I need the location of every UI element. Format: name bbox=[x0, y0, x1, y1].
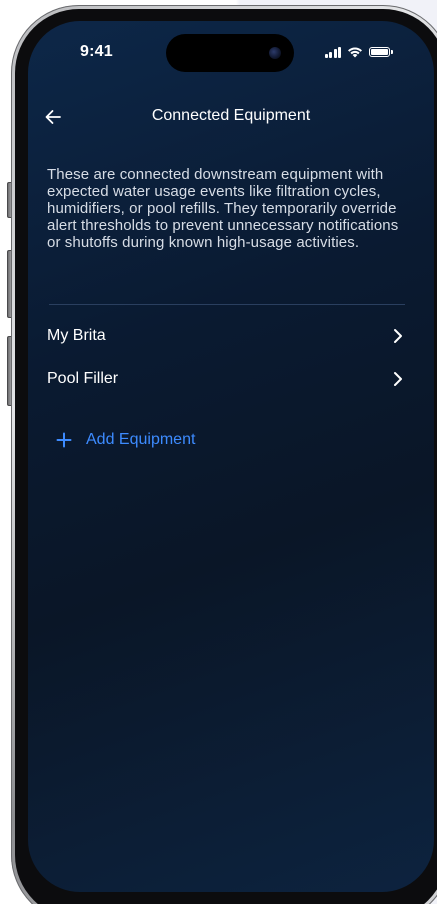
status-time: 9:41 bbox=[80, 43, 113, 60]
battery-icon bbox=[369, 47, 393, 57]
wifi-icon bbox=[348, 47, 362, 58]
page-title: Connected Equipment bbox=[151, 107, 311, 124]
chevron-right-icon bbox=[394, 372, 402, 386]
equipment-item-pool-filler[interactable]: Pool Filler bbox=[47, 364, 405, 394]
equipment-item-label: My Brita bbox=[47, 327, 106, 344]
screen: 9:41 Connected Equipment These are conne… bbox=[28, 21, 434, 892]
dynamic-island bbox=[166, 34, 294, 72]
cellular-signal-icon bbox=[324, 46, 341, 58]
status-icons bbox=[324, 46, 393, 58]
status-bar: 9:41 bbox=[28, 21, 434, 81]
navigation-bar: Connected Equipment bbox=[28, 99, 434, 135]
plus-icon bbox=[56, 432, 72, 448]
equipment-item-my-brita[interactable]: My Brita bbox=[47, 321, 405, 351]
chevron-right-icon bbox=[394, 329, 402, 343]
page: 9:41 Connected Equipment These are conne… bbox=[0, 0, 437, 904]
equipment-item-label: Pool Filler bbox=[47, 370, 119, 387]
description-text: These are connected downstream equipment… bbox=[47, 166, 399, 251]
camera-icon bbox=[269, 47, 281, 59]
divider bbox=[49, 304, 405, 305]
add-equipment-label: Add Equipment bbox=[86, 431, 196, 448]
add-equipment-button[interactable]: Add Equipment bbox=[56, 431, 195, 449]
